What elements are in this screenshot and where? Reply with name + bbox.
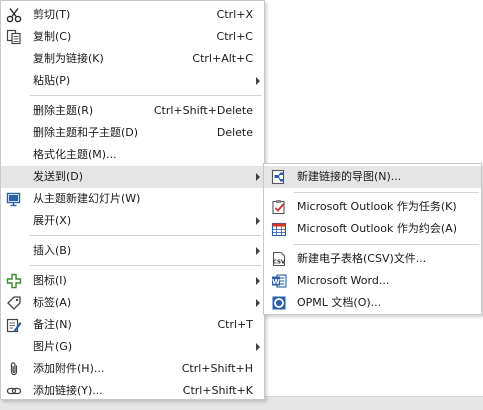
tag-icon [7,296,21,310]
menu-item-new-slide-from-topic[interactable]: 从主题新建幻灯片(W) [1,188,264,210]
menu-separator [30,235,262,236]
menu-item-label: 格式化主题(M)... [33,148,117,161]
menu-separator [294,244,479,245]
menu-item-copy[interactable]: 复制(C) Ctrl+C [1,26,264,48]
copy-icon [6,29,21,45]
menu-item-copy-as-link[interactable]: 复制为链接(K) Ctrl+Alt+C [1,48,264,70]
outlook-appointment-icon [271,222,287,237]
csv-icon: CSV [273,251,286,267]
note-icon [6,318,22,333]
menu-separator [30,265,262,266]
submenu-item-microsoft-word[interactable]: W Microsoft Word... [264,270,481,292]
menu-item-add-attachment[interactable]: 添加附件(H)... Ctrl+Shift+H [1,358,264,380]
submenu-arrow-icon [256,299,260,307]
menu-item-label: 展开(X) [33,214,72,227]
menu-separator [294,192,479,193]
menu-item-shortcut: Ctrl+Shift+K [182,384,253,397]
menu-item-label: 添加附件(H)... [33,362,105,375]
submenu-arrow-icon [256,173,260,181]
link-icon [6,387,22,395]
icon-icon [6,273,22,289]
menu-item-delete-topic-and-subtopics[interactable]: 删除主题和子主题(D) Delete [1,122,264,144]
outlook-task-icon [272,200,285,215]
menu-item-shortcut: Ctrl+X [216,8,253,21]
menu-item-label: 粘贴(P) [33,74,71,87]
menu-item-label: OPML 文档(O)... [297,296,382,309]
submenu-item-new-csv-file[interactable]: CSV 新建电子表格(CSV)文件... [264,248,481,270]
menu-item-paste[interactable]: 粘贴(P) [1,70,264,92]
menu-item-label: Microsoft Outlook 作为任务(K) [297,200,457,213]
submenu-arrow-icon [256,343,260,351]
submenu-arrow-icon [256,217,260,225]
menu-item-label: 删除主题(R) [33,104,94,117]
submenu-arrow-icon [256,247,260,255]
send-to-submenu: 新建链接的导图(N)... Microsoft Outlook 作为任务(K) … [263,163,482,315]
menu-item-insert[interactable]: 插入(B) [1,240,264,262]
menu-item-label: 图标(I) [33,274,67,287]
menu-item-label: 剪切(T) [33,8,71,21]
menu-item-label: Microsoft Outlook 作为约会(A) [297,222,457,235]
menu-item-delete-topic[interactable]: 删除主题(R) Ctrl+Shift+Delete [1,100,264,122]
menu-item-icon[interactable]: 图标(I) [1,270,264,292]
new-slide-icon [6,192,21,207]
menu-item-label: 从主题新建幻灯片(W) [33,192,141,205]
linked-map-icon [271,169,285,185]
menu-item-shortcut: Ctrl+Shift+H [181,362,253,375]
submenu-item-outlook-appointment[interactable]: Microsoft Outlook 作为约会(A) [264,218,481,240]
menu-item-expand[interactable]: 展开(X) [1,210,264,232]
menu-item-shortcut: Ctrl+T [217,318,253,331]
menu-item-label: Microsoft Word... [297,274,390,287]
menu-item-label: 添加链接(Y)... [33,384,103,397]
menu-item-label: 新建链接的导图(N)... [297,170,402,183]
submenu-item-new-linked-map[interactable]: 新建链接的导图(N)... [264,166,481,188]
menu-item-shortcut: Ctrl+Alt+C [192,52,253,65]
paperclip-icon [10,362,18,376]
menu-item-label: 新建电子表格(CSV)文件... [297,252,427,265]
submenu-arrow-icon [256,277,260,285]
menu-item-shortcut: Delete [216,126,253,139]
menu-item-shortcut: Ctrl+C [216,30,253,43]
menu-item-send-to[interactable]: 发送到(D) [1,166,264,188]
menu-item-label: 复制(C) [33,30,72,43]
menu-item-shortcut: Ctrl+Shift+Delete [153,104,253,117]
menu-item-format-topic[interactable]: 格式化主题(M)... [1,144,264,166]
opml-icon [272,296,286,310]
menu-item-note[interactable]: 备注(N) Ctrl+T [1,314,264,336]
menu-item-label: 标签(A) [33,296,72,309]
menu-item-picture[interactable]: 图片(G) [1,336,264,358]
word-icon: W [272,274,287,288]
menu-item-cut[interactable]: 剪切(T) Ctrl+X [1,4,264,26]
menu-item-label: 图片(G) [33,340,73,353]
menu-separator [30,95,262,96]
menu-item-label: 发送到(D) [33,170,84,183]
scissors-icon [6,8,22,23]
menu-item-tag[interactable]: 标签(A) [1,292,264,314]
submenu-item-opml-document[interactable]: OPML 文档(O)... [264,292,481,314]
menu-item-label: 删除主题和子主题(D) [33,126,139,139]
menu-item-label: 复制为链接(K) [33,52,104,65]
submenu-item-outlook-task[interactable]: Microsoft Outlook 作为任务(K) [264,196,481,218]
svg-text:CSV: CSV [273,260,286,266]
menu-item-add-link[interactable]: 添加链接(Y)... Ctrl+Shift+K [1,380,264,402]
submenu-arrow-icon [256,77,260,85]
svg-text:W: W [272,278,280,286]
menu-item-label: 备注(N) [33,318,72,331]
menu-item-label: 插入(B) [33,244,72,257]
context-menu: 剪切(T) Ctrl+X 复制(C) Ctrl+C 复制为链接(K) Ctrl+… [0,0,265,400]
